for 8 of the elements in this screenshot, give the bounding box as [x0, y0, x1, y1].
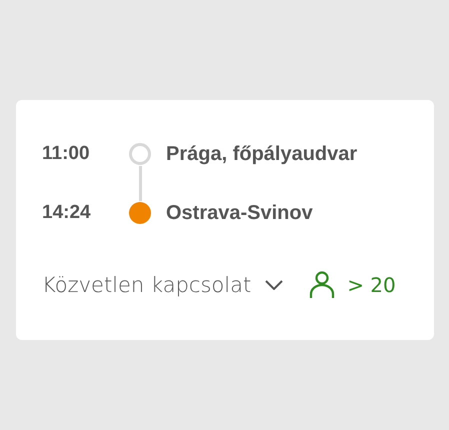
departure-time: 14:24	[42, 201, 92, 225]
station-name: Prága, főpályaudvar	[166, 142, 358, 166]
connection-toggle[interactable]: Közvetlen kapcsolat	[42, 273, 284, 297]
chevron-icon	[265, 280, 284, 290]
departure-time: 11:00	[42, 142, 91, 166]
seat-availability: > 20	[347, 273, 396, 297]
station-name: Ostrava-Svinov	[166, 201, 314, 225]
person-icon	[309, 271, 336, 299]
